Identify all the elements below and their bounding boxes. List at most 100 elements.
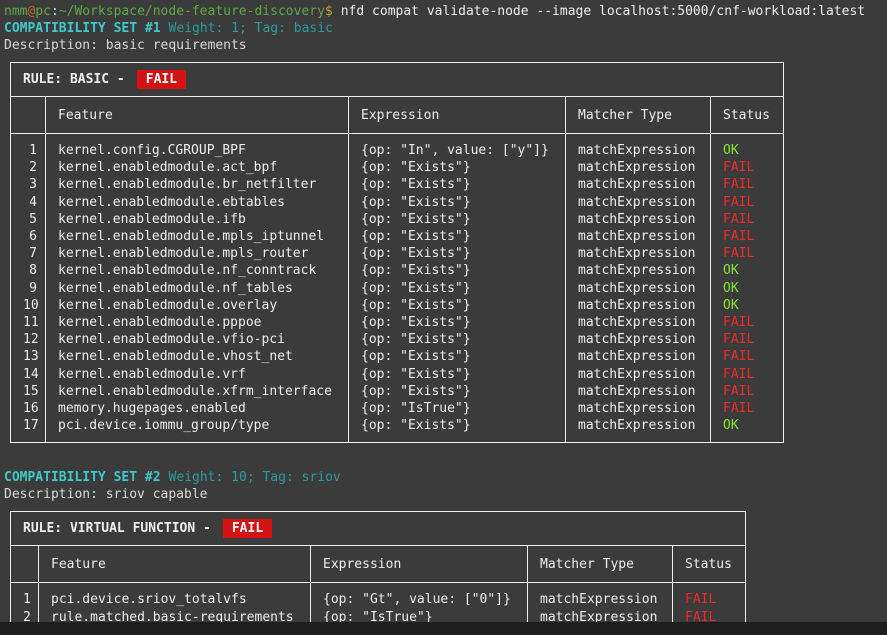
cell-idx: 7: [11, 245, 46, 262]
cell-expr: {op: "Exists"}: [349, 176, 566, 193]
cell-status: FAIL: [711, 314, 784, 331]
cell-matcher: matchExpression: [566, 280, 711, 297]
prompt-separator: :: [51, 4, 59, 19]
table-row: 15kernel.enabledmodule.xfrm_interface{op…: [11, 383, 784, 400]
table-row: 4kernel.enabledmodule.ebtables{op: "Exis…: [11, 194, 784, 211]
cell-idx: 6: [11, 228, 46, 245]
rule-table-virtual-function: RULE: VIRTUAL FUNCTION - FAIL Feature Exp…: [10, 511, 746, 634]
cell-status: OK: [711, 280, 784, 297]
rule-label: RULE: BASIC -: [23, 72, 125, 87]
rule-table-basic: RULE: BASIC - FAIL Feature Expression Mat…: [10, 62, 784, 443]
cell-expr: {op: "Exists"}: [349, 159, 566, 176]
column-header-status: Status: [711, 97, 784, 134]
command-line: nmm@pc:~/Workspace/node-feature-discover…: [4, 3, 887, 20]
set-description: Description: sriov capable: [4, 486, 887, 503]
cell-matcher: matchExpression: [566, 314, 711, 331]
cell-feature: kernel.enabledmodule.vfio-pci: [46, 331, 349, 348]
cell-status: FAIL: [711, 366, 784, 383]
command-text: nfd compat validate-node --image localho…: [341, 4, 865, 19]
set-header: COMPATIBILITY SET #1 Weight: 1; Tag: basi…: [4, 20, 887, 37]
cell-idx: 11: [11, 314, 46, 331]
table-row: 17pci.device.iommu_group/type{op: "Exist…: [11, 417, 784, 443]
table-row: 7kernel.enabledmodule.mpls_router{op: "E…: [11, 245, 784, 262]
column-header-feature: Feature: [39, 546, 311, 583]
cell-feature: kernel.enabledmodule.xfrm_interface: [46, 383, 349, 400]
cell-expr: {op: "Exists"}: [349, 297, 566, 314]
cell-idx: 1: [11, 583, 39, 609]
set-meta: Weight: 1; Tag: basic: [169, 21, 333, 36]
table-row: 12kernel.enabledmodule.vfio-pci{op: "Exi…: [11, 331, 784, 348]
table-row: 3kernel.enabledmodule.br_netfilter{op: "…: [11, 176, 784, 193]
cell-status: FAIL: [673, 583, 746, 609]
cell-status: FAIL: [711, 400, 784, 417]
cell-status: FAIL: [711, 331, 784, 348]
cell-idx: 8: [11, 262, 46, 279]
fail-status-badge: FAIL: [223, 519, 272, 538]
cell-idx: 17: [11, 417, 46, 443]
column-header-row: Feature Expression Matcher Type Status: [11, 97, 784, 134]
cell-idx: 16: [11, 400, 46, 417]
cell-feature: kernel.enabledmodule.nf_tables: [46, 280, 349, 297]
cell-matcher: matchExpression: [566, 348, 711, 365]
cell-expr: {op: "Exists"}: [349, 245, 566, 262]
cell-expr: {op: "Exists"}: [349, 366, 566, 383]
cell-matcher: matchExpression: [566, 297, 711, 314]
table-row: 1kernel.config.CGROUP_BPF{op: "In", valu…: [11, 134, 784, 160]
rule-header-cell: RULE: VIRTUAL FUNCTION - FAIL: [11, 512, 746, 546]
cell-idx: 5: [11, 211, 46, 228]
cell-feature: kernel.enabledmodule.br_netfilter: [46, 176, 349, 193]
cell-feature: pci.device.iommu_group/type: [46, 417, 349, 443]
set-title: COMPATIBILITY SET #1: [4, 21, 161, 36]
cell-feature: kernel.enabledmodule.ebtables: [46, 194, 349, 211]
cell-matcher: matchExpression: [566, 262, 711, 279]
cell-matcher: matchExpression: [566, 331, 711, 348]
column-header-matcher: Matcher Type: [528, 546, 673, 583]
cell-status: OK: [711, 262, 784, 279]
set-meta: Weight: 10; Tag: sriov: [169, 470, 341, 485]
rule-label: RULE: VIRTUAL FUNCTION -: [23, 521, 211, 536]
table-row: 10kernel.enabledmodule.overlay{op: "Exis…: [11, 297, 784, 314]
cell-expr: {op: "In", value: ["y"]}: [349, 134, 566, 160]
cell-feature: kernel.enabledmodule.vrf: [46, 366, 349, 383]
cell-matcher: matchExpression: [566, 159, 711, 176]
cell-matcher: matchExpression: [566, 400, 711, 417]
cell-feature: kernel.enabledmodule.act_bpf: [46, 159, 349, 176]
cell-expr: {op: "Exists"}: [349, 383, 566, 400]
column-header-expression: Expression: [311, 546, 528, 583]
cell-expr: {op: "Exists"}: [349, 331, 566, 348]
cell-matcher: matchExpression: [566, 228, 711, 245]
table-row: 11kernel.enabledmodule.pppoe{op: "Exists…: [11, 314, 784, 331]
cell-expr: {op: "Exists"}: [349, 262, 566, 279]
cell-expr: {op: "Exists"}: [349, 417, 566, 443]
cell-idx: 4: [11, 194, 46, 211]
cell-expr: {op: "Exists"}: [349, 194, 566, 211]
cell-status: OK: [711, 417, 784, 443]
cell-matcher: matchExpression: [566, 194, 711, 211]
cell-status: FAIL: [711, 383, 784, 400]
terminal-bottom-edge: [0, 622, 887, 635]
fail-status-badge: FAIL: [137, 70, 186, 89]
cell-expr: {op: "Exists"}: [349, 348, 566, 365]
cell-feature: kernel.enabledmodule.ifb: [46, 211, 349, 228]
cell-idx: 14: [11, 366, 46, 383]
cell-matcher: matchExpression: [566, 134, 711, 160]
column-header-feature: Feature: [46, 97, 349, 134]
rule-header-cell: RULE: BASIC - FAIL: [11, 63, 784, 97]
cell-idx: 15: [11, 383, 46, 400]
compatibility-set-2: COMPATIBILITY SET #2Weight: 10; Tag: sri…: [4, 469, 887, 634]
table-row: 13kernel.enabledmodule.vhost_net{op: "Ex…: [11, 348, 784, 365]
cell-status: OK: [711, 297, 784, 314]
cell-status: FAIL: [711, 245, 784, 262]
cell-idx: 12: [11, 331, 46, 348]
cell-feature: kernel.enabledmodule.pppoe: [46, 314, 349, 331]
cell-matcher: matchExpression: [566, 245, 711, 262]
set-header: COMPATIBILITY SET #2Weight: 10; Tag: sri…: [4, 469, 887, 486]
cell-status: FAIL: [711, 194, 784, 211]
cell-status: FAIL: [711, 159, 784, 176]
cell-feature: kernel.config.CGROUP_BPF: [46, 134, 349, 160]
table-row: 5kernel.enabledmodule.ifb{op: "Exists"}m…: [11, 211, 784, 228]
cell-expr: {op: "Exists"}: [349, 228, 566, 245]
column-header-row: Feature Expression Matcher Type Status: [11, 546, 746, 583]
cell-feature: kernel.enabledmodule.mpls_router: [46, 245, 349, 262]
terminal-window[interactable]: nmm@pc:~/Workspace/node-feature-discover…: [0, 0, 887, 635]
